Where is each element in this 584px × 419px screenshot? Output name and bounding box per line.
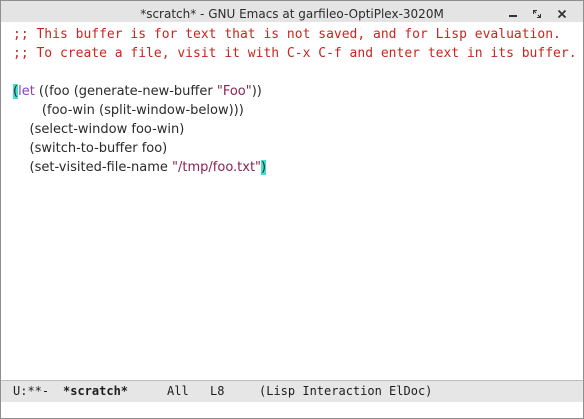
modeline-major-mode[interactable]: (Lisp Interaction ElDoc): [259, 381, 432, 402]
comment-line-2: ;; To create a file, visit it with C-x C…: [13, 46, 577, 61]
modeline-line-number: L8: [210, 384, 225, 398]
code-text: )): [251, 84, 262, 99]
mode-line[interactable]: U:**- *scratch* All L8 (Lisp Interaction…: [1, 380, 583, 403]
close-button[interactable]: [554, 6, 570, 22]
code-line-3: (select-window foo-win): [13, 122, 185, 137]
minimize-icon: [509, 15, 517, 17]
code-line-2: (foo-win (split-window-below))): [13, 103, 244, 118]
minimize-button[interactable]: [505, 6, 521, 22]
let-keyword: let: [18, 84, 35, 99]
window-title: *scratch* - GNU Emacs at garfileo-OptiPl…: [140, 7, 444, 21]
modeline-buffer-name[interactable]: *scratch*: [63, 381, 128, 402]
string-literal: "Foo": [216, 84, 252, 99]
modeline-position: All: [167, 384, 189, 398]
code-line-4: (switch-to-buffer foo): [13, 141, 168, 156]
modeline-status: U:**-: [13, 384, 50, 398]
comment-line-1: ;; This buffer is for text that is not s…: [13, 27, 561, 42]
close-icon: [557, 9, 567, 19]
minibuffer[interactable]: [1, 402, 583, 418]
code-line-1: (let ((foo (generate-new-buffer "Foo")): [13, 82, 262, 101]
maximize-button[interactable]: [529, 6, 545, 22]
string-literal: "/tmp/foo.txt": [172, 160, 262, 175]
code-text: (set-visited-file-name: [13, 160, 173, 175]
code-text: ((foo (generate-new-buffer: [34, 84, 217, 99]
text-cursor: ): [261, 160, 267, 175]
scratch-buffer-text-area[interactable]: ;; This buffer is for text that is not s…: [1, 22, 583, 380]
emacs-window: *scratch* - GNU Emacs at garfileo-OptiPl…: [0, 0, 584, 419]
code-line-5: (set-visited-file-name "/tmp/foo.txt"): [13, 158, 267, 177]
maximize-icon: [533, 10, 541, 18]
